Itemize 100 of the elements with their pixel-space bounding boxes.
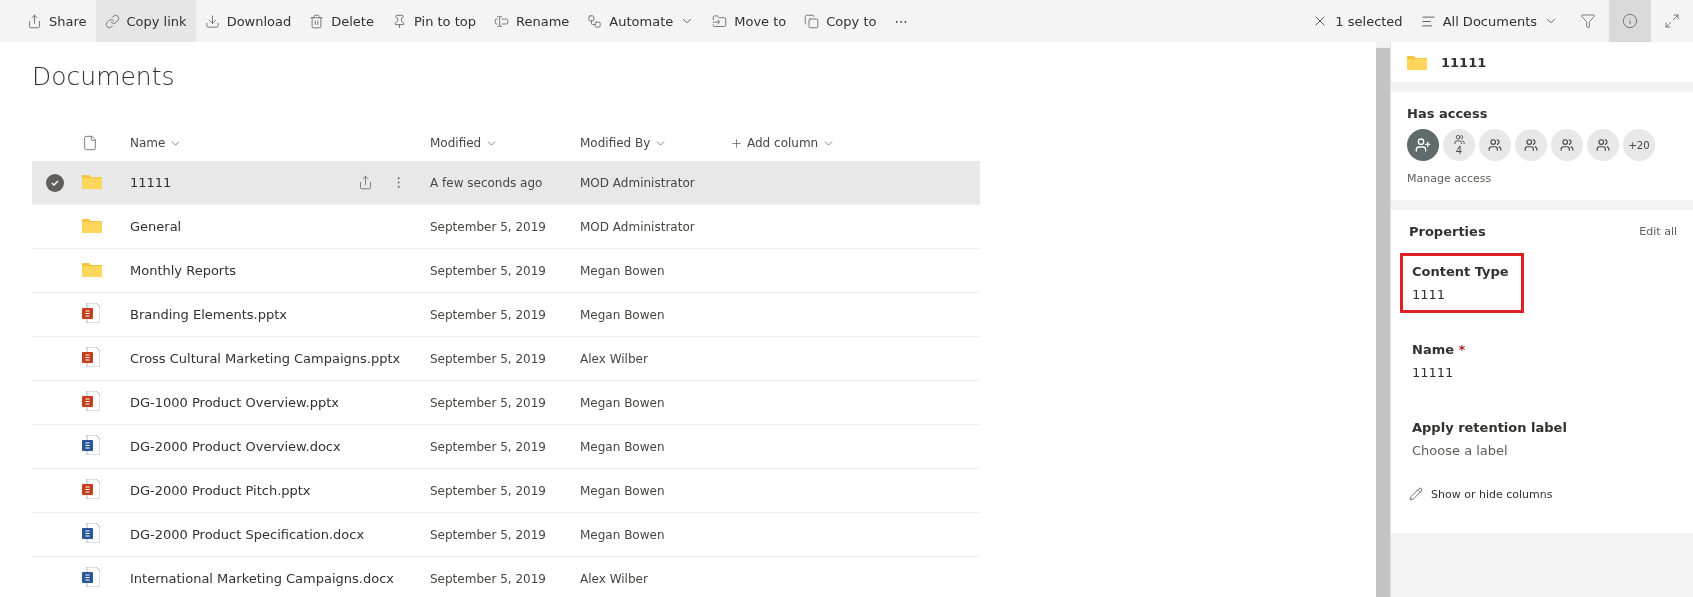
document-file-icon (82, 523, 100, 543)
required-mark: * (1458, 342, 1466, 357)
table-cell-text: MOD Administrator (580, 219, 696, 234)
table-cell-text: Megan Bowen (580, 527, 666, 542)
people-avatar[interactable] (1551, 129, 1583, 161)
info-button[interactable] (1609, 0, 1651, 42)
presentation-file-icon (82, 391, 100, 411)
column-label: Modified (430, 136, 482, 150)
field-label: Name * (1412, 342, 1467, 357)
file-name[interactable]: DG-1000 Product Overview.pptx (130, 395, 339, 410)
people-avatar[interactable] (1587, 129, 1619, 161)
toolbar-button[interactable]: Automate (578, 0, 704, 42)
rename-icon (494, 13, 509, 29)
group-avatar[interactable]: 4 (1443, 129, 1475, 161)
plus-icon (730, 136, 743, 150)
document-file-icon (82, 567, 100, 587)
check-icon (46, 173, 64, 192)
view-selector[interactable]: All Documents (1411, 0, 1567, 42)
folder-icon (1407, 54, 1427, 70)
toolbar-button[interactable]: Rename (485, 0, 579, 42)
file-name[interactable]: Branding Elements.pptx (130, 307, 287, 322)
expand-icon (1664, 13, 1680, 29)
file-type-icon (82, 135, 98, 151)
file-name[interactable]: General (130, 219, 182, 234)
scrollbar[interactable] (1376, 42, 1390, 597)
folder-icon (82, 173, 102, 189)
copy-icon (804, 13, 820, 29)
column-label: Add column (747, 136, 819, 150)
filter-icon (1580, 13, 1596, 29)
manage-access-link[interactable]: Manage access (1407, 172, 1492, 185)
table-cell-text: Megan Bowen (580, 395, 666, 410)
more-button[interactable]: ⋯ (885, 0, 917, 42)
toolbar-button[interactable]: Delete (300, 0, 383, 42)
table-cell-text: September 5, 2019 (430, 219, 547, 234)
column-header[interactable]: Name (130, 136, 430, 150)
field-value[interactable]: Choose a label (1412, 443, 1567, 458)
people-avatar[interactable] (1479, 129, 1511, 161)
folder-icon (82, 217, 102, 233)
toolbar-button[interactable]: Move to (703, 0, 796, 42)
document-file-icon (82, 435, 100, 455)
field-label: Apply retention label (1412, 420, 1567, 435)
column-header[interactable]: Modified By (580, 136, 730, 150)
toolbar-button[interactable]: Share (18, 0, 96, 42)
table-cell-text: September 5, 2019 (430, 307, 547, 322)
move-icon (712, 13, 728, 29)
delete-icon (309, 13, 325, 29)
share-icon (27, 13, 42, 29)
section-heading: Has access (1407, 106, 1489, 121)
column-label: Name (130, 136, 166, 150)
link-icon (104, 13, 120, 29)
file-name[interactable]: 11111 (130, 175, 172, 190)
toolbar-button[interactable]: Download (195, 0, 301, 42)
field-value[interactable]: 11111 (1412, 365, 1512, 380)
table-cell-text: Alex Wilber (580, 351, 649, 366)
show-hide-columns-link[interactable]: Show or hide columns (1409, 487, 1677, 501)
field-label: Content Type (1412, 264, 1510, 279)
table-cell-text: September 5, 2019 (430, 263, 547, 278)
item-title: 11111 (1441, 54, 1487, 70)
field-value[interactable]: 1111 (1412, 287, 1512, 302)
page-title: Documents (32, 62, 176, 91)
table-row[interactable]: 11111 A few seconds ago MOD Administrator (32, 161, 980, 205)
file-name[interactable]: Cross Cultural Marketing Campaigns.pptx (130, 351, 401, 366)
edit-all-link[interactable]: Edit all (1639, 225, 1677, 238)
file-name[interactable]: International Marketing Campaigns.docx (130, 571, 394, 586)
clear-selection-button[interactable]: 1 selected (1303, 0, 1412, 42)
share-icon[interactable] (358, 175, 373, 190)
table-cell-text: A few seconds ago (430, 175, 544, 190)
column-label: Modified By (580, 136, 651, 150)
file-name[interactable]: DG-2000 Product Pitch.pptx (130, 483, 311, 498)
table-cell-text: Megan Bowen (580, 483, 666, 498)
file-name[interactable]: Monthly Reports (130, 263, 237, 278)
section-heading: Properties (1409, 224, 1486, 239)
table-cell-text: September 5, 2019 (430, 483, 547, 498)
pencil-icon (1409, 487, 1423, 501)
automate-icon (587, 13, 603, 29)
folder-icon (82, 261, 102, 277)
table-cell-text: September 5, 2019 (430, 527, 547, 542)
file-name[interactable]: DG-2000 Product Overview.docx (130, 439, 341, 454)
toolbar-button[interactable]: Copy link (95, 0, 196, 42)
presentation-file-icon (82, 479, 100, 499)
table-cell-text: Megan Bowen (580, 263, 666, 278)
table-cell-text: September 5, 2019 (430, 571, 547, 586)
column-header[interactable]: Add column (730, 136, 980, 150)
table-cell-text: MOD Administrator (580, 175, 696, 190)
table-cell-text: September 5, 2019 (430, 395, 547, 410)
column-header[interactable]: Modified (430, 136, 580, 150)
file-name[interactable]: DG-2000 Product Specification.docx (130, 527, 365, 542)
people-avatar[interactable] (1515, 129, 1547, 161)
toolbar-button[interactable]: Pin to top (382, 0, 485, 42)
lines-icon (1420, 13, 1436, 29)
presentation-file-icon (82, 347, 100, 367)
download-icon (204, 13, 220, 29)
table-cell-text: Megan Bowen (580, 439, 666, 454)
table-cell-text: September 5, 2019 (430, 439, 547, 454)
table-cell-text: Megan Bowen (580, 307, 666, 322)
add-person-avatar[interactable] (1407, 129, 1439, 161)
toolbar-button[interactable]: Copy to (795, 0, 886, 42)
table-cell-text: Alex Wilber (580, 571, 649, 586)
info-icon (1622, 13, 1638, 29)
more-people-avatar[interactable]: +20 (1623, 129, 1655, 161)
